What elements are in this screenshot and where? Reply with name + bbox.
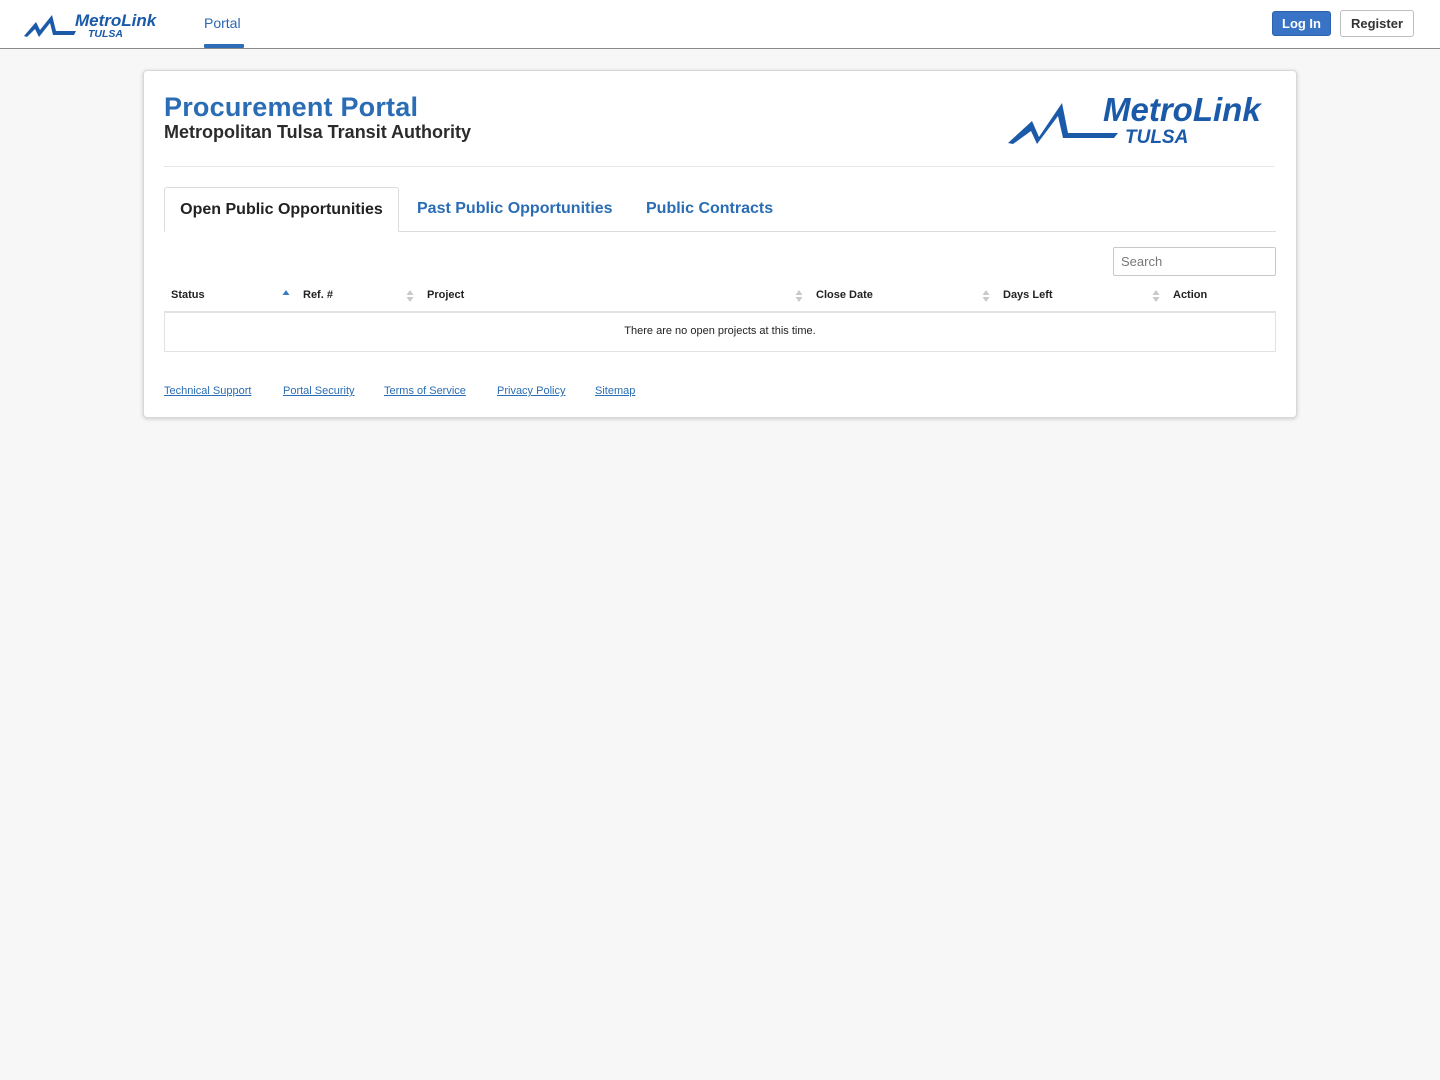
sort-ascending-icon[interactable] bbox=[282, 289, 290, 303]
nav-portal-link[interactable]: Portal bbox=[204, 0, 241, 48]
empty-table-message: There are no open projects at this time. bbox=[624, 325, 816, 337]
register-button[interactable]: Register bbox=[1340, 10, 1414, 37]
column-header-ref[interactable]: Ref. # bbox=[303, 283, 333, 311]
page-subtitle: Metropolitan Tulsa Transit Authority bbox=[164, 122, 472, 142]
opportunity-tabs: Open Public Opportunities Past Public Op… bbox=[164, 187, 1276, 232]
sort-icon[interactable] bbox=[406, 289, 414, 303]
column-header-days-left[interactable]: Days Left bbox=[1003, 283, 1053, 311]
tab-public-contracts[interactable]: Public Contracts bbox=[646, 187, 773, 232]
metrolink-logo[interactable]: MetroLink TULSA bbox=[22, 9, 172, 41]
page-title: Procurement Portal bbox=[164, 92, 419, 122]
table-body: There are no open projects at this time. bbox=[164, 313, 1276, 352]
metrolink-header-logo: MetroLink TULSA bbox=[1008, 93, 1262, 147]
nav-active-indicator bbox=[204, 44, 244, 48]
search-input[interactable] bbox=[1113, 247, 1276, 276]
sort-icon[interactable] bbox=[795, 289, 803, 303]
tab-open-public-opportunities[interactable]: Open Public Opportunities bbox=[164, 187, 399, 232]
column-header-action: Action bbox=[1173, 289, 1208, 301]
sort-icon[interactable] bbox=[982, 289, 990, 303]
column-header-status[interactable]: Status bbox=[171, 283, 205, 311]
column-header-close-date[interactable]: Close Date bbox=[816, 283, 873, 311]
main-card: Procurement Portal Metropolitan Tulsa Tr… bbox=[143, 70, 1297, 418]
sort-icon[interactable] bbox=[1152, 289, 1160, 303]
logo-text-bottom: TULSA bbox=[88, 28, 123, 40]
footer-link-sitemap[interactable]: Sitemap bbox=[595, 385, 635, 397]
tab-past-public-opportunities[interactable]: Past Public Opportunities bbox=[417, 187, 613, 232]
header-logo-text-top: MetroLink bbox=[1103, 93, 1262, 128]
header-divider bbox=[164, 166, 1274, 167]
login-button[interactable]: Log In bbox=[1272, 11, 1331, 36]
header-logo-text-bottom: TULSA bbox=[1125, 127, 1188, 147]
table-header: Status Ref. # Project Close Date Days Le… bbox=[164, 283, 1276, 313]
footer-link-privacy-policy[interactable]: Privacy Policy bbox=[497, 385, 565, 397]
footer-link-terms-of-service[interactable]: Terms of Service bbox=[384, 385, 466, 397]
footer-link-technical-support[interactable]: Technical Support bbox=[164, 385, 251, 397]
column-header-project[interactable]: Project bbox=[427, 283, 464, 311]
footer-link-portal-security[interactable]: Portal Security bbox=[283, 385, 355, 397]
top-navbar: MetroLink TULSA Portal Log In Register bbox=[0, 0, 1440, 49]
